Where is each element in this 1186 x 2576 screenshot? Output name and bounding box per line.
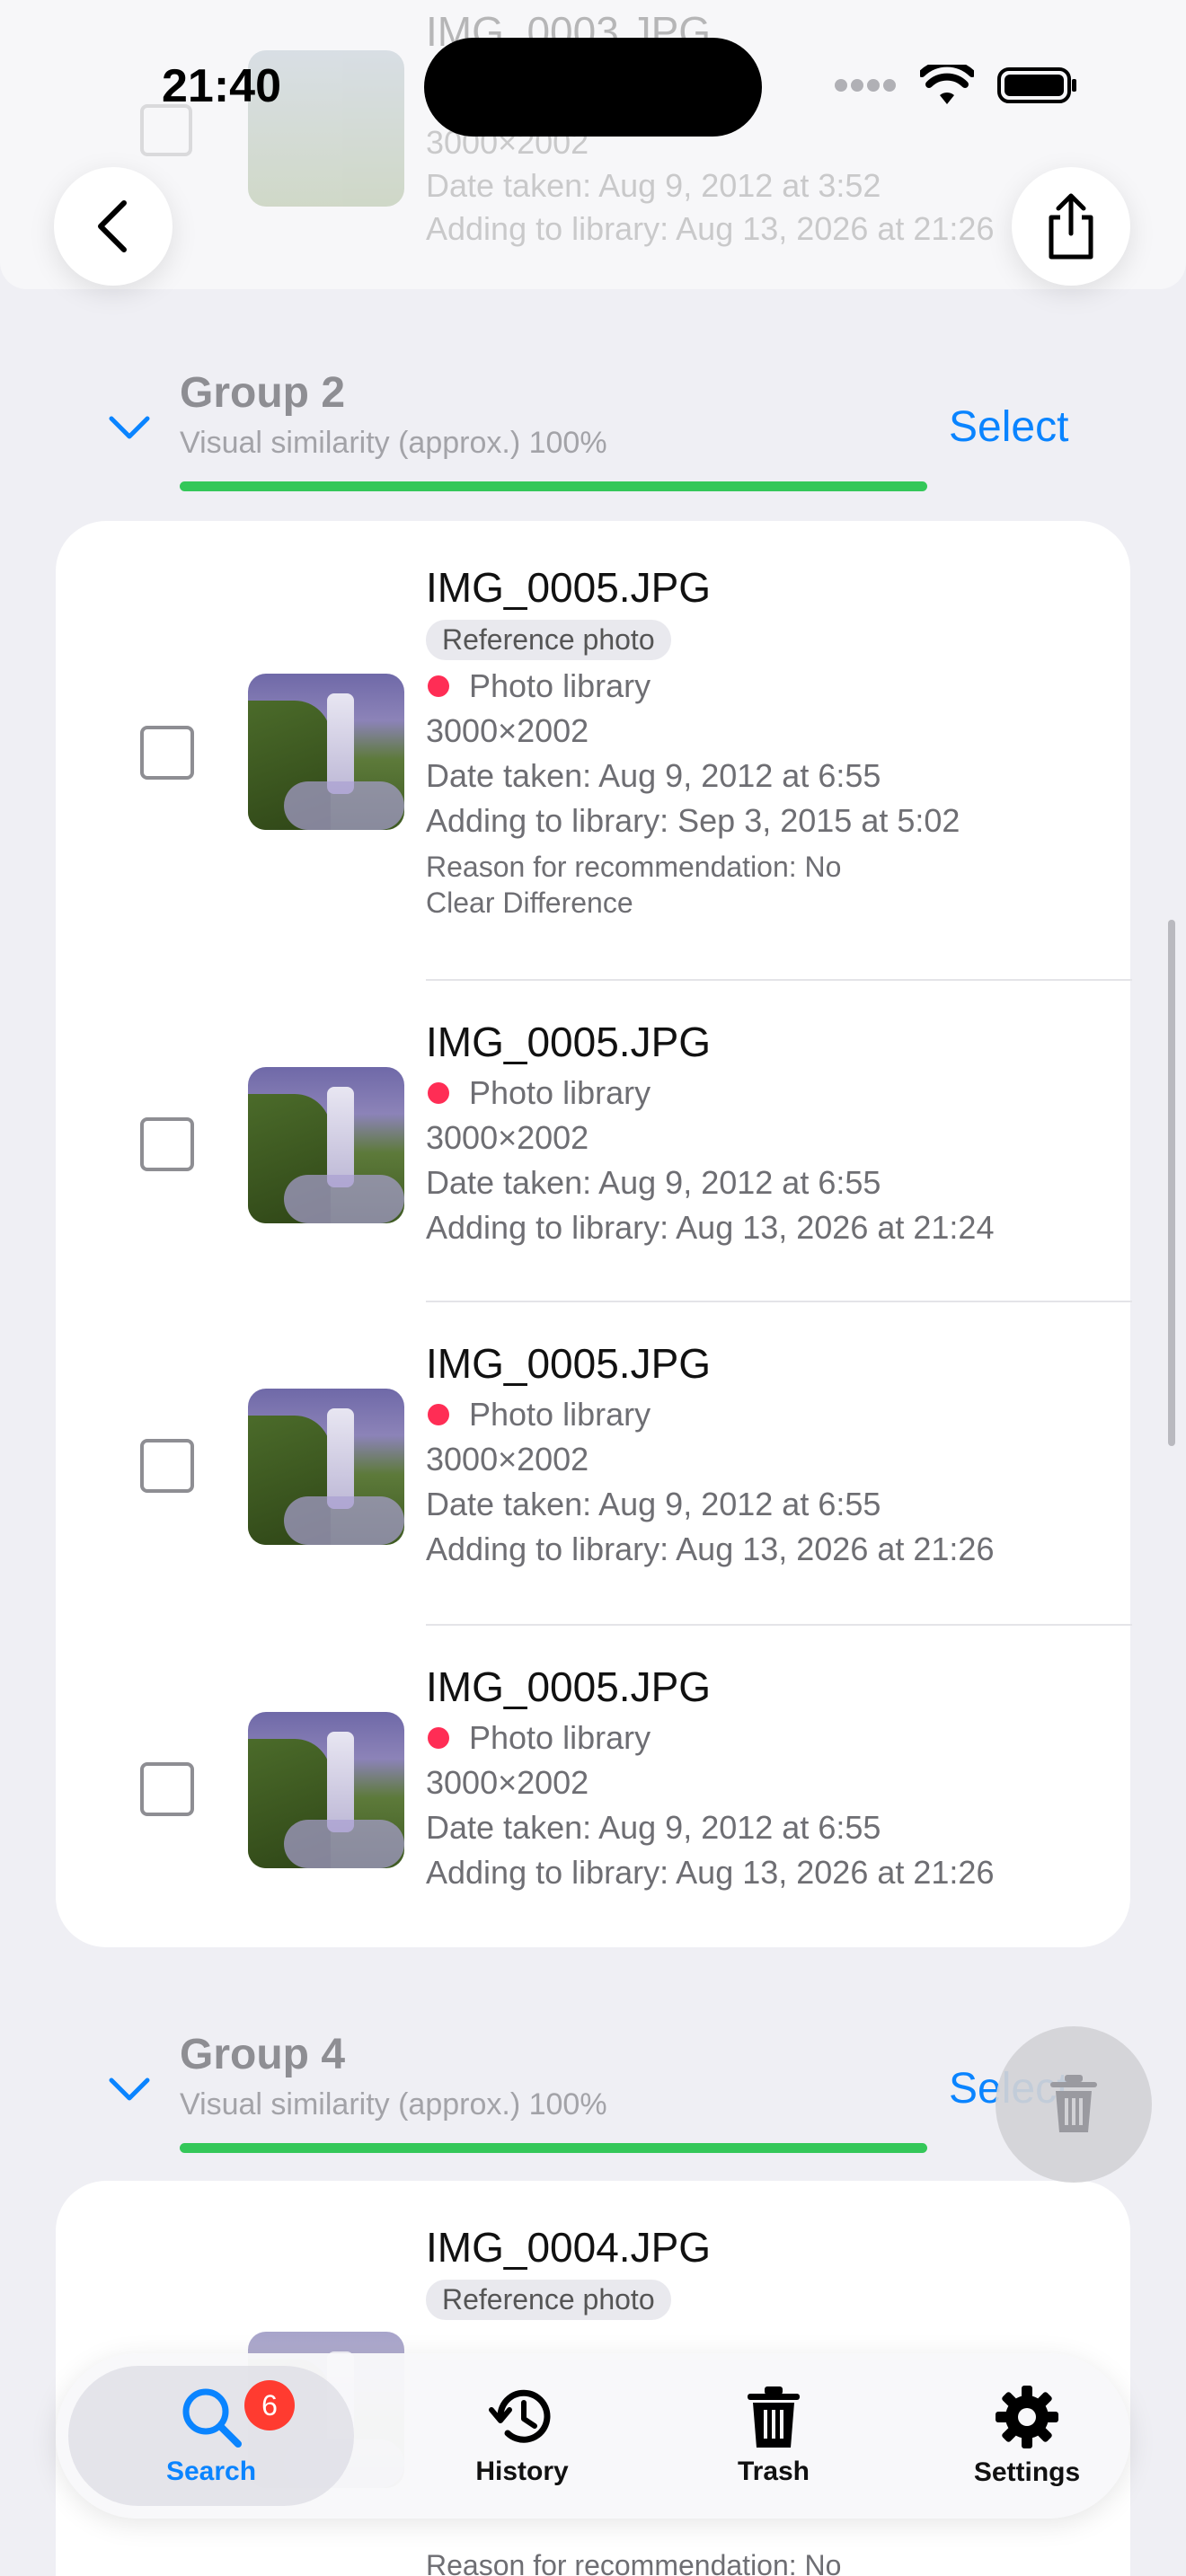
status-icons (834, 65, 1078, 106)
checkbox[interactable] (140, 1117, 194, 1171)
adding-date: Adding to library: Aug 13, 2026 at 21:26 (426, 1531, 995, 1567)
dynamic-island (424, 38, 762, 137)
recommendation-reason: Reason for recommendation: No Clear Diff… (426, 849, 960, 921)
reason-line: Reason for recommendation: No (426, 851, 842, 883)
similarity-bar (180, 481, 927, 491)
checkbox[interactable] (140, 726, 194, 780)
trash-icon (1050, 2075, 1097, 2132)
group-title: Group 4 (180, 2031, 346, 2078)
photo-thumbnail (248, 1712, 404, 1868)
notification-badge: 6 (244, 2380, 295, 2430)
clock-history-icon (489, 2389, 551, 2443)
date-taken: Date taken: Aug 9, 2012 at 6:55 (426, 1486, 881, 1522)
tab-label: Settings (973, 2457, 1081, 2487)
back-button[interactable] (54, 167, 173, 286)
date-taken: Date taken: Aug 9, 2012 at 3:52 (426, 167, 881, 204)
list-item[interactable]: IMG_0005.JPG Reference photo Photo libra… (56, 521, 1130, 943)
recommendation-reason: Reason for recommendation: No (426, 2549, 842, 2576)
magnifier-icon (182, 2388, 242, 2448)
adding-date: Adding to library: Sep 3, 2015 at 5:02 (426, 802, 960, 839)
date-taken: Date taken: Aug 9, 2012 at 6:55 (426, 1809, 881, 1846)
group-card-2: IMG_0005.JPG Reference photo Photo libra… (56, 521, 1132, 1947)
source-dot-icon (428, 1404, 449, 1425)
source-label: Photo library (469, 1396, 651, 1433)
photo-dimensions: 3000×2002 (426, 712, 589, 749)
adding-date: Adding to library: Aug 13, 2026 at 21:24 (426, 1209, 995, 1246)
date-taken: Date taken: Aug 9, 2012 at 6:55 (426, 1164, 881, 1201)
tab-trash[interactable]: Trash (634, 2353, 913, 2519)
source-dot-icon (428, 1082, 449, 1104)
file-name: IMG_0004.JPG (426, 2224, 712, 2271)
source-label: Photo library (469, 1074, 651, 1111)
list-item[interactable]: IMG_0005.JPG Photo library 3000×2002 Dat… (56, 981, 1130, 1302)
photo-thumbnail (248, 1389, 404, 1545)
photo-dimensions: 3000×2002 (426, 1441, 589, 1478)
source-dot-icon (428, 1727, 449, 1749)
tab-label: Search (165, 2457, 257, 2486)
scroll-indicator[interactable] (1168, 920, 1175, 1446)
group-header-2: Group 2 Visual similarity (approx.) 100%… (0, 359, 1186, 503)
tab-bar: Search 6 History Trash Settings (56, 2353, 1130, 2519)
reason-line: Clear Difference (426, 887, 633, 919)
reference-badge: Reference photo (426, 620, 671, 660)
similarity-text: Visual similarity (approx.) 100% (180, 2087, 607, 2122)
photo-dimensions: 3000×2002 (426, 1764, 589, 1801)
list-item[interactable]: IMG_0005.JPG Photo library 3000×2002 Dat… (56, 1626, 1130, 1947)
signal-icon (835, 79, 896, 92)
tab-label: History (475, 2457, 569, 2486)
reference-badge: Reference photo (426, 2280, 671, 2320)
file-name: IMG_0005.JPG (426, 1019, 712, 1065)
select-button[interactable]: Select (949, 402, 1068, 452)
photo-dimensions: 3000×2002 (426, 1119, 589, 1156)
source-label: Photo library (469, 667, 651, 704)
file-name: IMG_0005.JPG (426, 1340, 712, 1387)
status-time: 21:40 (162, 60, 281, 112)
battery-icon (997, 67, 1076, 103)
file-name: IMG_0005.JPG (426, 1663, 712, 1710)
tab-history[interactable]: History (383, 2353, 661, 2519)
source-label: Photo library (469, 1719, 651, 1756)
source-dot-icon (428, 675, 449, 697)
tab-label: Trash (737, 2457, 810, 2486)
share-icon (1049, 193, 1093, 260)
trash-icon (748, 2386, 800, 2448)
wifi-icon (920, 65, 974, 104)
delete-selected-button[interactable] (996, 2026, 1152, 2183)
adding-date: Adding to library: Aug 13, 2026 at 21:26 (426, 1854, 995, 1891)
chevron-left-icon (98, 200, 127, 252)
adding-date: Adding to library: Aug 13, 2026 at 21:26 (426, 210, 995, 247)
chevron-down-icon[interactable] (108, 415, 151, 442)
checkbox[interactable] (140, 1439, 194, 1493)
tab-search[interactable]: Search 6 (68, 2353, 354, 2519)
checkbox[interactable] (140, 1762, 194, 1816)
chevron-down-icon[interactable] (108, 2077, 151, 2104)
similarity-text: Visual similarity (approx.) 100% (180, 426, 607, 460)
tab-settings[interactable]: Settings (888, 2353, 1166, 2519)
similarity-bar (180, 2143, 927, 2153)
file-name: IMG_0005.JPG (426, 564, 712, 611)
group-title: Group 2 (180, 369, 346, 417)
photo-thumbnail (248, 1067, 404, 1223)
share-button[interactable] (1012, 167, 1130, 286)
date-taken: Date taken: Aug 9, 2012 at 6:55 (426, 757, 881, 794)
gear-icon (996, 2386, 1058, 2448)
list-item[interactable]: IMG_0005.JPG Photo library 3000×2002 Dat… (56, 1302, 1130, 1624)
photo-thumbnail (248, 674, 404, 830)
